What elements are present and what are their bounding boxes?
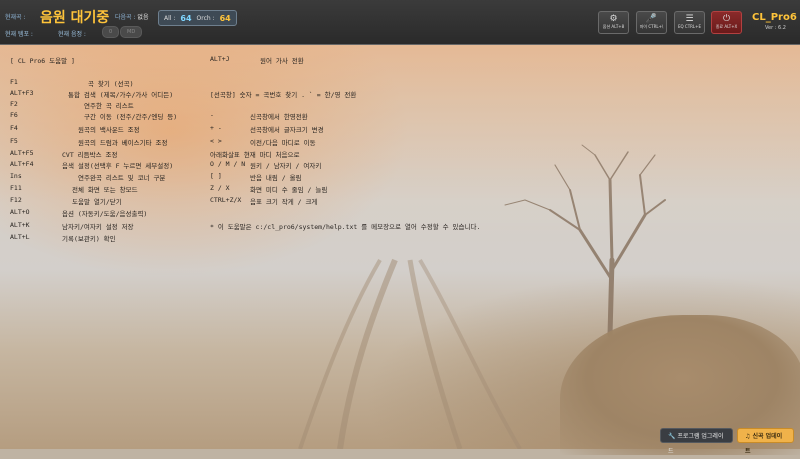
help-left-key: F1 <box>10 78 18 86</box>
all-count: 64 <box>180 13 192 23</box>
current-song-title: 음원 대기중 <box>40 10 110 26</box>
help-left-key: ALT+K <box>10 221 30 229</box>
help-right-desc: 반음 내림 / 올림 <box>250 174 302 182</box>
app-version: Ver : 6.2 <box>765 25 786 31</box>
help-right-key: < > <box>210 137 222 145</box>
help-left-desc: 곡 찾기 (선곡) <box>88 80 134 88</box>
song-count-box: All : 64 Orch : 64 <box>158 10 237 26</box>
pitch-pill-mode: MD <box>120 26 143 38</box>
music-icon: ♫ <box>745 433 751 440</box>
equalizer-icon: ☰ <box>685 14 694 24</box>
help-left-key: F5 <box>10 137 18 145</box>
help-left-desc: 원곡의 백사운드 조정 <box>78 126 140 134</box>
help-right-key: - <box>210 111 214 119</box>
help-right-key: * 이 도움말은 c:/cl_pro6/system/help.txt 를 메모… <box>210 223 481 231</box>
help-right-desc: 화면 미디 수 줄임 / 늘림 <box>250 186 328 194</box>
upgrade-program-button[interactable]: 🔧 프로그램 업그레이드 <box>660 428 733 455</box>
help-right-key: O / M / N <box>210 160 246 168</box>
top-header: 현재곡 : 음원 대기중 다음곡 : 없음 All : 64 Orch : 64… <box>0 0 800 45</box>
help-left-key: F11 <box>10 184 22 192</box>
help-left-desc: 전체 화면 또는 창모드 <box>72 186 138 194</box>
pitch-label: 현재 음정 : <box>58 31 86 38</box>
wrench-icon: 🔧 <box>668 433 676 440</box>
help-right-desc: 선곡창에서 글자크기 변경 <box>250 126 324 134</box>
help-left-key: ALT+L <box>10 233 30 241</box>
help-left-key: F4 <box>10 124 18 132</box>
help-left-key: ALT+F4 <box>10 160 34 168</box>
help-left-desc: 음색 설정(선택후 F 누르면 세부설정) <box>62 162 174 170</box>
eq-button[interactable]: ☰ EQ CTRL+E <box>674 11 705 34</box>
help-title-desc: 원어 가사 전환 <box>260 57 304 65</box>
eq-button-label: EQ CTRL+E <box>677 24 702 29</box>
help-right-desc: 음표 크기 작게 / 크게 <box>250 198 318 206</box>
current-song-label: 현재곡 : <box>5 14 26 21</box>
tempo-label: 현재 템포 : <box>5 31 33 38</box>
help-left-key: F12 <box>10 196 22 204</box>
help-left-key: ALT+F3 <box>10 89 34 97</box>
orch-count-label: Orch : <box>196 14 215 22</box>
help-left-key: F2 <box>10 100 18 108</box>
help-right-key: [ ] <box>210 172 222 180</box>
exit-button[interactable]: ⏻ 종료 ALT+X <box>711 11 742 34</box>
help-title: [ CL Pro6 도움말 ] <box>10 57 75 65</box>
help-right-desc: 이전/다음 마디로 이동 <box>250 139 316 147</box>
song-update-button[interactable]: ♫ 신곡 업데이트 <box>737 428 794 455</box>
help-left-desc: 도움말 열기/닫기 <box>72 198 122 206</box>
options-button[interactable]: ⚙ 옵션 ALT+8 <box>598 11 629 34</box>
next-song-value: 없음 <box>137 14 149 21</box>
next-song-label: 다음곡 : <box>115 14 136 21</box>
help-right-key: Z / X <box>210 184 230 192</box>
help-right-key: 아래화살표 현재 마디 처음으로 <box>210 151 300 159</box>
all-count-label: All : <box>164 14 176 22</box>
app-brand: CL_Pro6 <box>752 12 797 23</box>
options-button-label: 옵션 ALT+8 <box>602 24 625 29</box>
help-left-desc: 기록(보관키) 확인 <box>62 235 116 243</box>
help-left-key: Ins <box>10 172 22 180</box>
help-left-desc: 연주완곡 리스트 및 코너 구분 <box>78 174 166 182</box>
help-right-key: [선곡창] 숫자 = 곡번호 찾기 . ` = 한/영 전환 <box>210 91 357 99</box>
help-left-key: ALT+O <box>10 208 30 216</box>
help-left-desc: 통합 검색 (제목/가수/가사 어디든) <box>68 91 174 99</box>
help-right-desc: 원키 / 남자키 / 여자키 <box>250 162 322 170</box>
help-title-key: ALT+J <box>210 55 230 63</box>
next-song: 다음곡 : 없음 <box>115 12 148 21</box>
mic-button-label: 마이 CTRL+\ <box>639 24 664 29</box>
power-icon: ⏻ <box>722 14 731 24</box>
exit-button-label: 종료 ALT+X <box>715 24 738 29</box>
help-left-desc: 원곡의 드럼과 베이스기타 조정 <box>78 139 168 147</box>
help-left-desc: 연주한 곡 리스트 <box>84 102 134 110</box>
gear-icon: ⚙ <box>609 14 618 24</box>
mic-icon: 🎤 <box>645 14 658 24</box>
help-left-desc: 남자키/여자키 설정 저장 <box>62 223 134 231</box>
help-left-desc: CVT 리듬박스 조정 <box>62 151 118 159</box>
help-right-key: CTRL+Z/X <box>210 196 242 204</box>
help-right-desc: 신곡창에서 한영전환 <box>250 113 308 121</box>
help-left-key: F6 <box>10 111 18 119</box>
help-left-key: ALT+F5 <box>10 149 34 157</box>
help-left-desc: 옵션 (자동키/도움/음성출력) <box>62 210 148 218</box>
help-right-key: + - <box>210 124 222 132</box>
orch-count: 64 <box>219 13 231 23</box>
help-left-desc: 구간 이동 (전주/간주/엔딩 등) <box>84 113 178 121</box>
pitch-pill-value: 0 <box>102 26 120 38</box>
mic-button[interactable]: 🎤 마이 CTRL+\ <box>636 11 667 34</box>
